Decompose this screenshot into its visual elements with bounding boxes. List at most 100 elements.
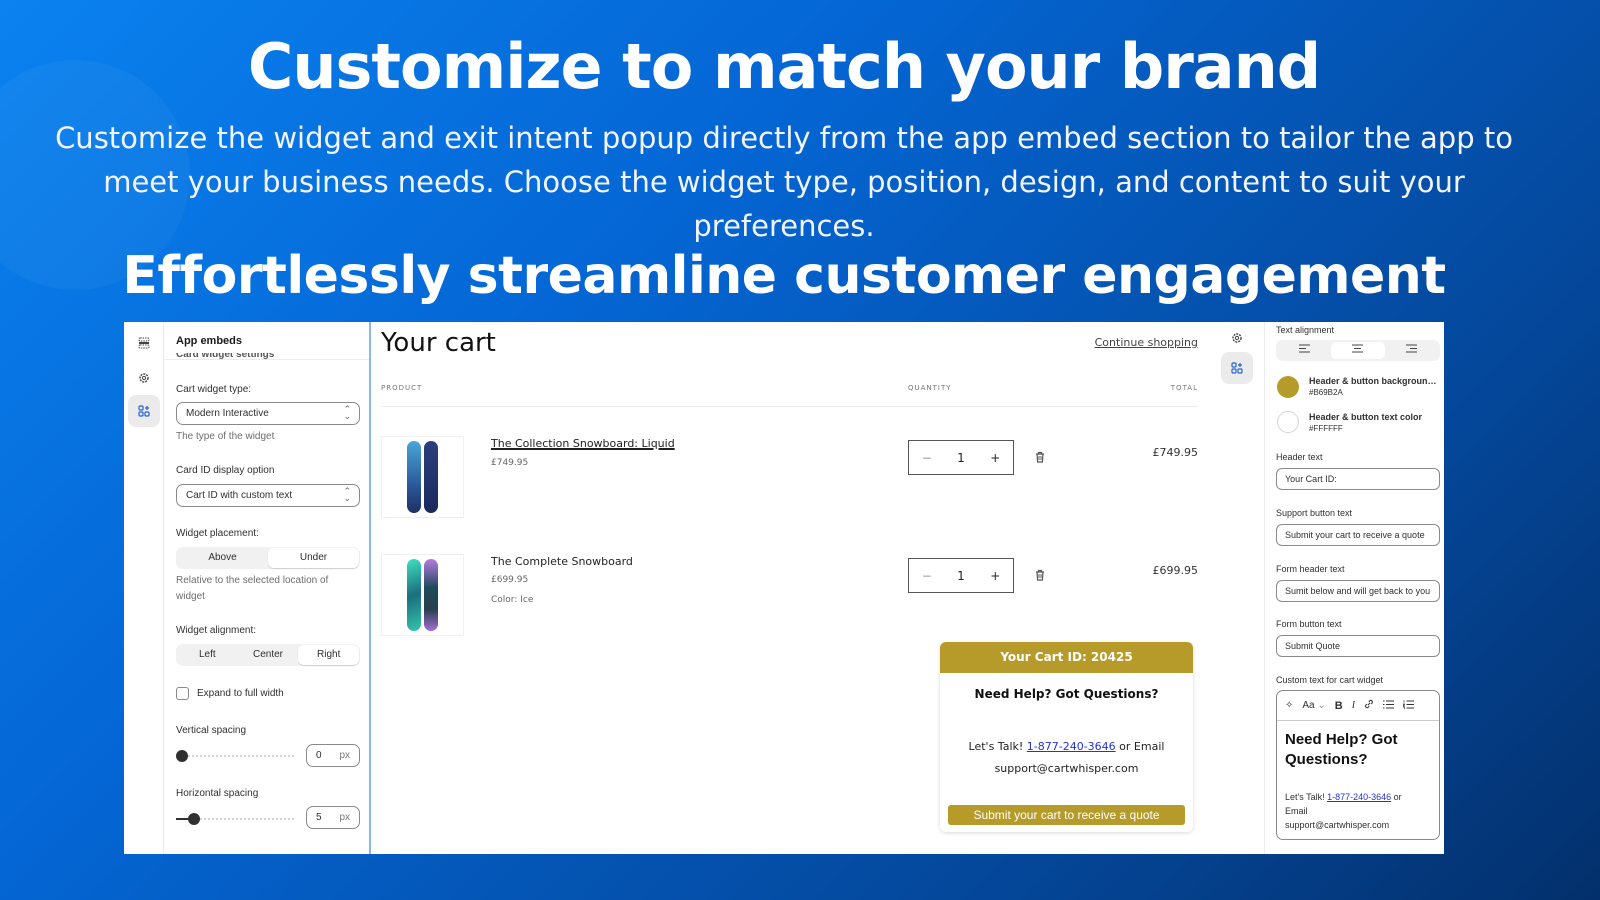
- bg-color-swatch[interactable]: [1277, 376, 1299, 398]
- sections-icon[interactable]: [128, 327, 160, 359]
- expand-full-width-checkbox[interactable]: [176, 687, 189, 700]
- vertical-spacing-label: Vertical spacing: [176, 725, 247, 736]
- hero-description: Customize the widget and exit intent pop…: [55, 121, 1513, 243]
- product-price: £749.95: [491, 458, 529, 468]
- header-text-input[interactable]: Your Cart ID:: [1276, 468, 1440, 490]
- header-divider: [381, 406, 1198, 407]
- apps-add-icon[interactable]: [128, 395, 160, 427]
- link-icon[interactable]: [1364, 699, 1374, 712]
- placement-under[interactable]: Under: [268, 548, 359, 568]
- form-button-text-input[interactable]: Submit Quote: [1276, 635, 1440, 657]
- product-name-link[interactable]: The Collection Snowboard: Liquid: [491, 437, 675, 450]
- magic-icon[interactable]: ✧: [1285, 700, 1293, 711]
- form-button-text-label: Form button text: [1276, 619, 1342, 629]
- alignment-center[interactable]: Center: [238, 645, 299, 665]
- cart-widget-type-help: The type of the widget: [176, 431, 275, 442]
- unit-label: px: [339, 750, 350, 761]
- widget-placement-label: Widget placement:: [176, 528, 259, 539]
- widget-heading: Need Help? Got Questions?: [974, 687, 1159, 701]
- horizontal-spacing-slider[interactable]: [176, 813, 296, 825]
- email-label: Email: [1285, 806, 1308, 816]
- left-icon-rail: [124, 322, 164, 854]
- widget-placement-help: Relative to the selected location of wid…: [176, 575, 329, 602]
- vertical-spacing-input[interactable]: 0 px: [306, 744, 360, 767]
- expand-full-width-label: Expand to full width: [197, 688, 284, 699]
- submit-quote-button[interactable]: Submit your cart to receive a quote: [948, 805, 1185, 825]
- talk-text: Let's Talk!: [1285, 792, 1328, 802]
- support-button-text-input[interactable]: Submit your cart to receive a quote: [1276, 524, 1440, 546]
- select-value: Modern Interactive: [186, 408, 269, 419]
- slider-handle[interactable]: [188, 813, 200, 825]
- product-image[interactable]: [381, 436, 464, 518]
- qty-increase-button[interactable]: +: [990, 569, 1000, 583]
- quantity-stepper: − 1 +: [908, 558, 1014, 593]
- select-chevron-icon: ⌃ ⌄: [343, 404, 351, 421]
- app-embeds-panel: App embeds Card widget settings Cart wid…: [164, 322, 371, 854]
- italic-icon[interactable]: I: [1352, 700, 1355, 711]
- align-left-icon[interactable]: [1278, 342, 1331, 359]
- card-id-option-select[interactable]: Cart ID with custom text ⌃ ⌄: [176, 484, 360, 507]
- unit-label: px: [339, 812, 350, 823]
- cart-preview: Your cart Continue shopping PRODUCT QUAN…: [373, 322, 1213, 854]
- column-product: PRODUCT: [381, 384, 423, 392]
- or-text: or: [1391, 792, 1402, 802]
- slider-handle[interactable]: [176, 750, 188, 762]
- continue-shopping-link[interactable]: Continue shopping: [1095, 336, 1198, 349]
- form-header-text-label: Form header text: [1276, 564, 1345, 574]
- hero-title: Customize to match your brand: [247, 30, 1321, 103]
- editor-toolbar: ✧ Aa ⌄ B I: [1277, 691, 1439, 721]
- cart-widget-type-select[interactable]: Modern Interactive ⌃ ⌄: [176, 402, 360, 425]
- input-value: 0: [316, 750, 322, 761]
- widget-alignment-toggle: Left Center Right: [176, 644, 360, 666]
- cart-help-widget: Your Cart ID: 20425 Need Help? Got Quest…: [940, 642, 1193, 832]
- input-value: 5: [316, 812, 322, 823]
- trash-icon[interactable]: [1035, 451, 1045, 466]
- talk-text: Let's Talk!: [968, 740, 1027, 753]
- horizontal-spacing-input[interactable]: 5 px: [306, 806, 360, 829]
- card-id-option-label: Card ID display option: [176, 465, 275, 476]
- gear-icon[interactable]: [128, 362, 160, 394]
- slider-track: [176, 755, 294, 757]
- widget-placement-toggle: Above Under: [176, 547, 360, 569]
- email-prefix: or Email: [1115, 740, 1165, 753]
- hero-subtitle: Effortlessly streamline customer engagem…: [122, 246, 1446, 306]
- qty-decrease-button[interactable]: −: [922, 569, 932, 583]
- qty-value[interactable]: 1: [957, 569, 965, 583]
- phone-link[interactable]: 1-877-240-3646: [1327, 792, 1391, 802]
- bullet-list-icon[interactable]: [1383, 700, 1395, 712]
- line-total: £699.95: [1152, 564, 1199, 577]
- text-color-value: #FFFFFF: [1309, 424, 1343, 433]
- widget-header: Your Cart ID: 20425: [940, 642, 1193, 673]
- select-value: Cart ID with custom text: [186, 490, 293, 501]
- numbered-list-icon[interactable]: [1402, 699, 1415, 712]
- font-size-button[interactable]: Aa ⌄: [1302, 700, 1325, 711]
- widget-alignment-label: Widget alignment:: [176, 625, 257, 636]
- editor-heading: Need Help? Got Questions?: [1285, 731, 1398, 768]
- cart-title: Your cart: [381, 328, 496, 358]
- custom-text-editor[interactable]: ✧ Aa ⌄ B I Need Help? Got Questions? Let…: [1276, 690, 1440, 840]
- trash-icon[interactable]: [1035, 569, 1045, 584]
- form-header-text-input[interactable]: Sumit below and will get back to you: [1276, 580, 1440, 602]
- right-icon-rail: [1213, 322, 1263, 854]
- horizontal-spacing-label: Horizontal spacing: [176, 788, 259, 799]
- alignment-left[interactable]: Left: [177, 645, 238, 665]
- bg-color-label: Header & button background color: [1309, 376, 1439, 386]
- select-chevron-icon: ⌃ ⌄: [343, 486, 351, 503]
- support-button-text-label: Support button text: [1276, 508, 1353, 518]
- chevron-down-icon: ⌄: [1317, 700, 1326, 711]
- alignment-right[interactable]: Right: [298, 645, 360, 665]
- vertical-spacing-slider[interactable]: [176, 750, 296, 762]
- align-center-icon[interactable]: [1331, 342, 1385, 359]
- apps-add-icon[interactable]: [1221, 352, 1253, 384]
- bold-icon[interactable]: B: [1335, 700, 1343, 712]
- product-image[interactable]: [381, 554, 464, 636]
- gear-icon[interactable]: [1221, 322, 1253, 354]
- phone-link[interactable]: 1-877-240-3646: [1027, 740, 1116, 753]
- qty-decrease-button[interactable]: −: [922, 451, 932, 465]
- placement-above[interactable]: Above: [177, 548, 268, 568]
- qty-increase-button[interactable]: +: [990, 451, 1000, 465]
- qty-value[interactable]: 1: [957, 451, 965, 465]
- text-color-swatch[interactable]: [1277, 411, 1299, 433]
- product-name-link[interactable]: The Complete Snowboard: [491, 555, 633, 568]
- align-right-icon[interactable]: [1385, 342, 1438, 359]
